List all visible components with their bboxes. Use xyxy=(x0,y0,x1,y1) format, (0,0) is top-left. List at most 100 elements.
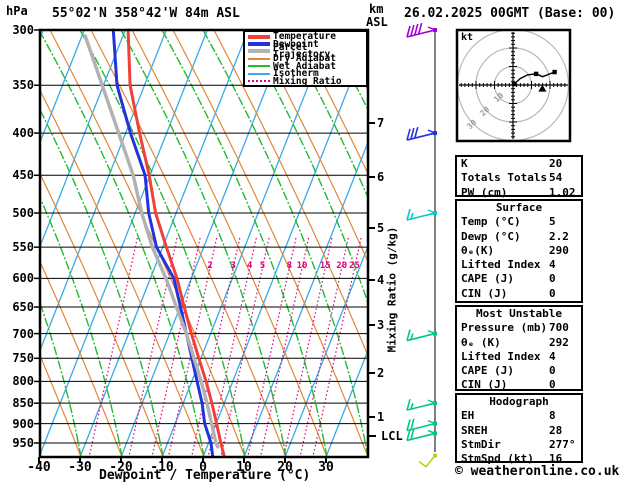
stats-value: 0 xyxy=(549,364,556,378)
datetime-label: 26.02.2025 00GMT (Base: 00) xyxy=(404,6,616,21)
stats-label: EH xyxy=(461,409,475,423)
stats-row: PW (cm) 1.02 xyxy=(457,186,581,200)
mixing-ratio-value-label: 5 xyxy=(259,261,266,271)
stats-label: Lifted Index xyxy=(461,258,541,272)
km-tick-label: 2 xyxy=(377,366,385,380)
stats-row: CAPE (J) 0 xyxy=(457,364,581,378)
stats-label: CIN (J) xyxy=(461,378,508,392)
wind-barb xyxy=(406,398,437,411)
stats-row: θₑ (K) 292 xyxy=(457,336,581,350)
copyright-label: © weatheronline.co.uk xyxy=(455,464,620,479)
legend-label: Mixing Ratio xyxy=(273,75,342,87)
pressure-unit-label: hPa xyxy=(6,4,28,18)
stats-row: Lifted Index 4 xyxy=(457,350,581,364)
stats-value: 54 xyxy=(549,171,563,185)
station-title: 55°02'N 358°42'W 84m ASL xyxy=(52,6,240,21)
stats-row: Pressure (mb) 700 xyxy=(457,321,581,335)
km-tick-label: 3 xyxy=(377,318,385,332)
pressure-tick-label: 600 xyxy=(12,271,34,286)
temp-tick-label: 0 xyxy=(199,460,207,475)
stats-row: StmDir 277° xyxy=(457,438,581,452)
pressure-tick-label: 350 xyxy=(12,78,34,93)
stats-box-surface: Surface Temp (°C) 5 Dewp (°C) 2.2 θₑ(K) 290 Lif… xyxy=(455,199,583,303)
temp-tick-label: -40 xyxy=(27,460,51,475)
legend-swatch xyxy=(248,34,270,39)
km-tick-label: 1 xyxy=(377,410,385,424)
legend-item-mixing-ratio: Mixing Ratio xyxy=(245,75,366,87)
pressure-tick-label: 550 xyxy=(12,240,34,255)
stats-box-title: Surface xyxy=(495,201,543,214)
pressure-tick-label: 800 xyxy=(12,374,34,389)
legend: Temperature Dewpoint Parcel Trajectory Dry … xyxy=(243,30,368,87)
mixing-ratio-axis-title: Mixing Ratio (g/kg) xyxy=(385,226,399,353)
stats-value: 4 xyxy=(549,349,556,363)
temp-tick-label: 10 xyxy=(236,460,252,475)
stats-row: Temp (°C) 5 xyxy=(457,215,581,229)
km-unit-label: km xyxy=(369,2,384,16)
stats-value: 0 xyxy=(549,272,556,286)
stats-label: Temp (°C) xyxy=(461,215,521,229)
stats-value: 28 xyxy=(549,423,563,437)
stats-row: CAPE (J) 0 xyxy=(457,272,581,286)
pressure-tick-label: 500 xyxy=(12,206,34,221)
pressure-tick-label: 300 xyxy=(12,23,34,37)
stats-box-hodograph: Hodograph EH 8 SREH 28 StmDir 277° StmSpd (kt) 1… xyxy=(455,393,583,465)
wind-barb xyxy=(406,126,437,141)
stats-value: 5 xyxy=(549,215,556,229)
temp-tick-label: 30 xyxy=(318,460,334,475)
stats-value: 0 xyxy=(549,286,556,300)
wind-barb xyxy=(406,22,437,38)
stats-label: CAPE (J) xyxy=(461,364,514,378)
stats-value: 20 xyxy=(549,157,563,170)
stats-label: CIN (J) xyxy=(461,286,508,300)
stats-label: Pressure (mb) xyxy=(461,321,548,335)
asl-unit-label: ASL xyxy=(366,15,388,29)
stats-label: K xyxy=(461,157,468,170)
pressure-tick-label: 700 xyxy=(12,326,34,341)
legend-swatch xyxy=(248,42,270,47)
stats-row: θₑ(K) 290 xyxy=(457,244,581,258)
storm-motion-marker xyxy=(538,84,547,92)
stats-label: θₑ(K) xyxy=(461,243,495,257)
pressure-tick-label: 850 xyxy=(12,396,34,411)
stats-value: 277° xyxy=(549,437,576,451)
stats-row: Dewp (°C) 2.2 xyxy=(457,230,581,244)
stats-box-indices: K 20 Totals Totals 54 PW (cm) 1.02 xyxy=(455,155,583,200)
km-tick-label: 6 xyxy=(377,170,385,184)
pressure-tick-label: 650 xyxy=(12,300,34,315)
stats-label: PW (cm) xyxy=(461,185,508,199)
legend-swatch xyxy=(248,49,270,54)
wind-barb xyxy=(406,208,437,221)
lcl-label: LCL xyxy=(381,429,403,443)
km-tick-label: 7 xyxy=(377,116,385,130)
stats-row: EH 8 xyxy=(457,409,581,423)
temp-tick-label: -10 xyxy=(150,460,174,475)
stats-value: 0 xyxy=(549,378,556,392)
mixing-ratio-value-label: 10 xyxy=(296,261,308,271)
temp-tick-label: -20 xyxy=(109,460,133,475)
stats-label: StmDir xyxy=(461,437,501,451)
pressure-tick-label: 450 xyxy=(12,168,34,183)
stats-box-title: Hodograph xyxy=(489,395,549,408)
legend-swatch xyxy=(248,57,270,60)
dewpoint-curve xyxy=(111,28,215,458)
stats-box-title: Most Unstable xyxy=(475,307,563,320)
pressure-tick-label: 900 xyxy=(12,416,34,431)
stats-value: 8 xyxy=(549,409,556,423)
wind-barb xyxy=(418,453,437,468)
stats-label: Totals Totals xyxy=(461,171,548,185)
stats-value: 1.02 xyxy=(549,185,576,199)
stats-label: SREH xyxy=(461,423,488,437)
stats-value: 290 xyxy=(549,243,569,257)
stats-box-most-unstable: Most Unstable Pressure (mb) 700 θₑ (K) 292 Li… xyxy=(455,305,583,391)
legend-swatch xyxy=(248,72,270,75)
stats-value: 2.2 xyxy=(549,229,569,243)
km-tick-label: 5 xyxy=(377,221,385,235)
temp-tick-label: 20 xyxy=(277,460,293,475)
wind-barb xyxy=(406,418,437,432)
skewt-sounding-chart: hPa 55°02'N 358°42'W 84m ASL km ASL 26.0… xyxy=(0,0,629,486)
hodograph-unit-label: kt xyxy=(461,32,474,43)
pressure-tick-label: 750 xyxy=(12,351,34,366)
wind-barb xyxy=(406,329,437,342)
stats-value: 4 xyxy=(549,258,556,272)
